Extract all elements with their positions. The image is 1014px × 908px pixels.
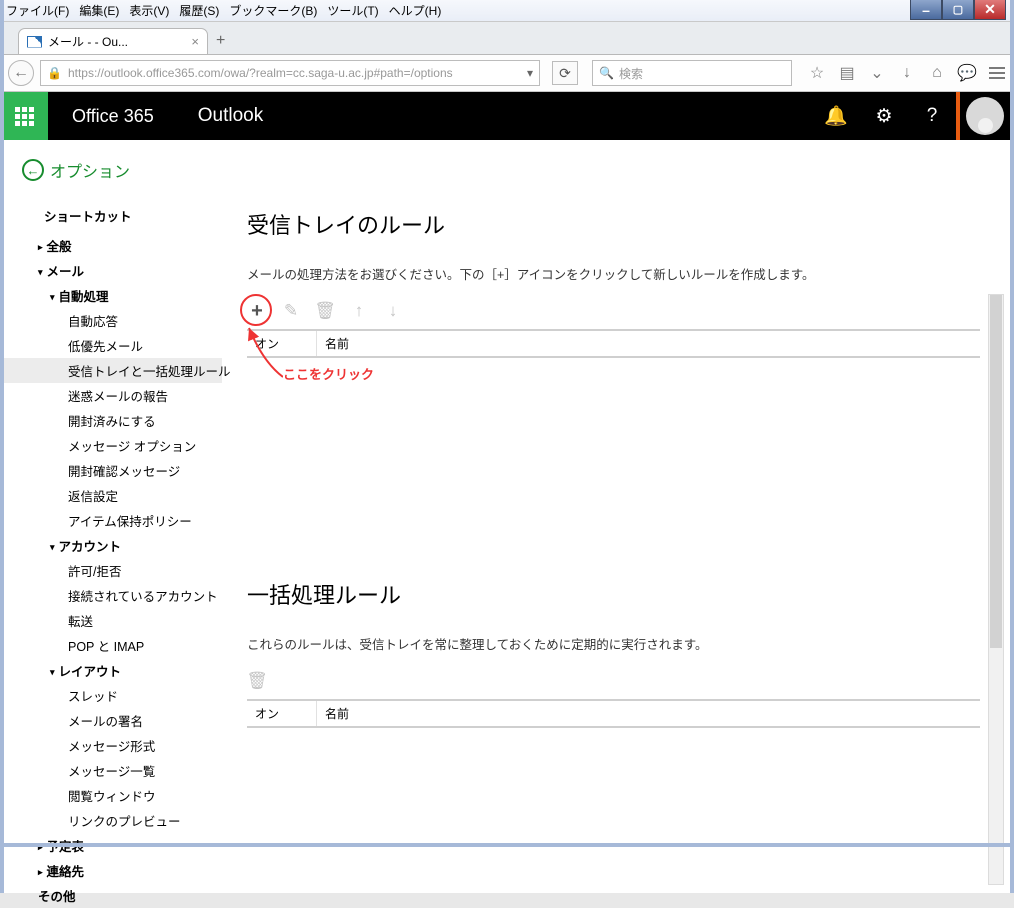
window-frame	[0, 0, 1014, 847]
sidebar-item[interactable]: 連絡先	[4, 858, 222, 883]
sidebar-item[interactable]: その他	[4, 883, 222, 908]
